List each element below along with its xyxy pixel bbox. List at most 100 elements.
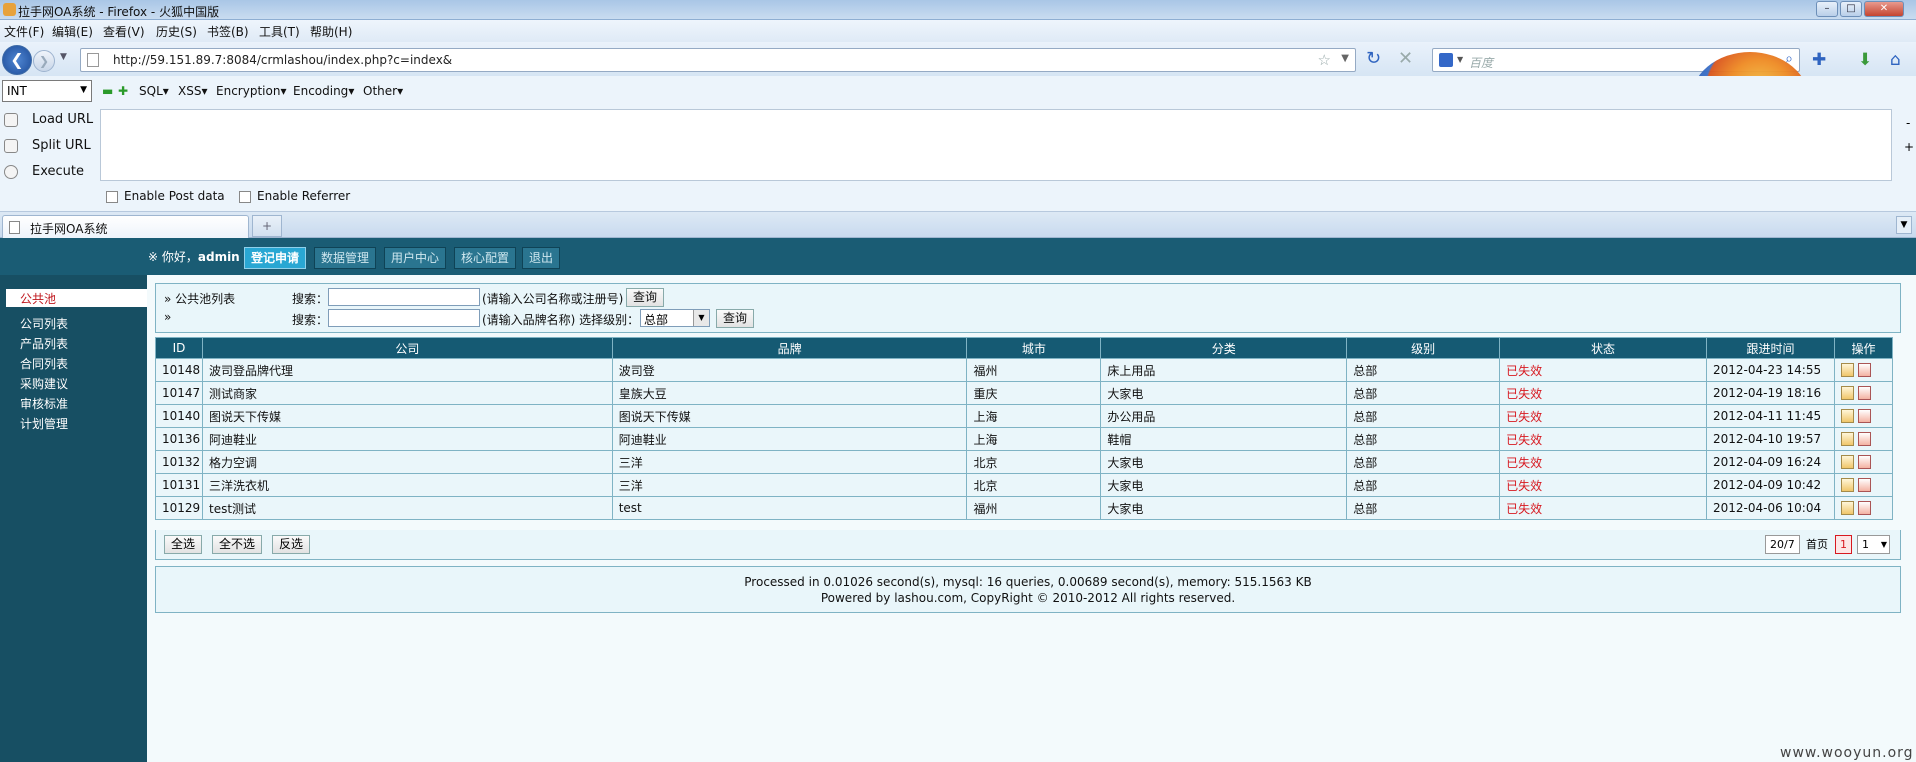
hackbar-menu-xss[interactable]: XSS▾ [178, 84, 208, 98]
cell-actions [1833, 427, 1894, 451]
sidebar-item-product-list[interactable]: 产品列表 [20, 335, 68, 352]
greeting: ※ 你好，admin [148, 248, 240, 265]
shrink-textarea-button[interactable]: - [1906, 116, 1910, 130]
chevron-down-icon: ▼ [1880, 540, 1887, 549]
level-select-value: 总部 [644, 313, 669, 327]
download-icon[interactable]: ⬇ [1858, 50, 1872, 70]
menu-history[interactable]: 历史(S) [156, 23, 197, 40]
hackbar-url-textarea[interactable] [100, 109, 1892, 181]
delete-icon[interactable] [1857, 455, 1871, 470]
cell-company: 格力空调 [201, 450, 613, 474]
delete-icon[interactable] [1857, 386, 1871, 401]
sidebar-item-company-list[interactable]: 公司列表 [20, 315, 68, 332]
type-select[interactable]: INT ▼ [2, 80, 92, 102]
new-tab-button[interactable]: + [252, 215, 282, 237]
invert-selection-button[interactable]: 反选 [272, 535, 311, 554]
browser-tab-label: 拉手网OA系统 [30, 222, 108, 236]
edit-icon[interactable] [1840, 409, 1854, 424]
sidebar-item-purchase-advice[interactable]: 采购建议 [20, 375, 68, 392]
back-button[interactable]: ❮ [2, 45, 32, 75]
main-content: » 公共池列表 » 搜索： (请输入公司名称或注册号) 查询 搜索： (请输入品… [147, 275, 1916, 762]
cell-category: 办公用品 [1100, 404, 1348, 428]
edit-icon[interactable] [1840, 432, 1854, 447]
enable-referrer-checkbox[interactable] [239, 190, 251, 203]
search-engine-dropdown-icon[interactable]: ▼ [1457, 55, 1463, 64]
hackbar-menu-encoding[interactable]: Encoding▾ [293, 84, 354, 98]
cell-follow-time: 2012-04-19 18:16 [1705, 381, 1835, 405]
add-bookmark-icon[interactable]: ✚ [1812, 50, 1826, 70]
menu-edit[interactable]: 编辑(E) [52, 23, 93, 40]
maximize-button[interactable]: □ [1840, 1, 1862, 17]
sidebar-item-contract-list[interactable]: 合同列表 [20, 355, 68, 372]
tab-core-config[interactable]: 核心配置 [454, 247, 517, 269]
cell-actions [1833, 358, 1894, 382]
plus-icon[interactable]: ✚ [118, 84, 128, 98]
enable-post-data-option[interactable]: Enable Post data [106, 189, 225, 203]
edit-icon[interactable] [1840, 501, 1854, 516]
minimize-button[interactable]: – [1816, 1, 1838, 17]
search-engine-icon[interactable] [1439, 53, 1453, 67]
history-dropdown-icon[interactable]: ▼ [60, 52, 67, 62]
delete-icon[interactable] [1857, 432, 1871, 447]
cell-status: 已失效 [1499, 496, 1707, 520]
edit-icon[interactable] [1840, 455, 1854, 470]
pager-current-page[interactable]: 1 [1835, 535, 1852, 554]
select-none-button[interactable]: 全不选 [212, 535, 263, 554]
browser-tab[interactable]: 拉手网OA系统 [2, 215, 249, 238]
delete-icon[interactable] [1857, 409, 1871, 424]
sidebar-item-label: 公共池 [20, 292, 57, 306]
execute-button[interactable]: Execute [4, 164, 84, 179]
hackbar-menu-encryption[interactable]: Encryption▾ [216, 84, 286, 98]
tab-data-manage[interactable]: 数据管理 [314, 247, 377, 269]
pager-page-select[interactable]: 1 ▼ [1857, 535, 1890, 554]
menu-tools[interactable]: 工具(T) [259, 23, 300, 40]
table-row: 10147 测试商家 皇族大豆 重庆 大家电 总部 已失效 2012-04-19… [155, 381, 1894, 405]
tab-register-apply[interactable]: 登记申请 [244, 247, 307, 269]
menu-help[interactable]: 帮助(H) [310, 23, 352, 40]
close-window-button[interactable]: ✕ [1864, 1, 1904, 17]
cell-brand: 三洋 [611, 473, 968, 497]
tab-logout[interactable]: 退出 [522, 247, 561, 269]
url-dropdown-icon[interactable]: ▼ [1341, 53, 1349, 64]
hackbar-menu-other-label: Other [363, 84, 398, 98]
edit-icon[interactable] [1840, 478, 1854, 493]
select-all-button[interactable]: 全选 [164, 535, 203, 554]
edit-icon[interactable] [1840, 386, 1854, 401]
hackbar-menu-other[interactable]: Other▾ [363, 84, 403, 98]
menu-bookmarks[interactable]: 书签(B) [207, 23, 249, 40]
bookmark-star-icon[interactable]: ☆ [1318, 51, 1331, 69]
tab-list-dropdown-icon[interactable]: ▼ [1896, 216, 1912, 234]
home-icon[interactable]: ⌂ [1890, 50, 1901, 70]
cell-status: 已失效 [1499, 358, 1707, 382]
tab-user-center[interactable]: 用户中心 [384, 247, 447, 269]
delete-icon[interactable] [1857, 363, 1871, 378]
hackbar-menu-sql[interactable]: SQL▾ [139, 84, 169, 98]
pager-first-link[interactable]: 首页 [1801, 535, 1833, 554]
brand-search-input[interactable] [328, 309, 480, 327]
menu-view[interactable]: 查看(V) [103, 23, 145, 40]
cell-company: 阿迪鞋业 [201, 427, 613, 451]
reload-icon[interactable]: ↻ [1366, 48, 1381, 69]
split-url-button[interactable]: Split URL [4, 138, 91, 153]
grow-textarea-button[interactable]: + [1904, 140, 1914, 154]
menu-file[interactable]: 文件(F) [4, 23, 44, 40]
load-url-button[interactable]: Load URL [4, 112, 93, 127]
footer-stats: Processed in 0.01026 second(s), mysql: 1… [744, 575, 1312, 589]
cell-company: test测试 [201, 496, 613, 520]
delete-icon[interactable] [1857, 478, 1871, 493]
company-search-input[interactable] [328, 288, 480, 306]
enable-referrer-option[interactable]: Enable Referrer [239, 189, 350, 203]
stop-icon[interactable]: ✕ [1398, 48, 1413, 69]
level-select[interactable]: 总部 ▼ [640, 309, 710, 327]
sidebar-item-public-pool[interactable]: 公共池 [6, 289, 147, 307]
edit-icon[interactable] [1840, 363, 1854, 378]
company-query-button[interactable]: 查询 [626, 288, 665, 307]
delete-icon[interactable] [1857, 501, 1871, 516]
enable-post-data-checkbox[interactable] [106, 190, 118, 203]
brand-query-button[interactable]: 查询 [716, 309, 755, 328]
minus-icon[interactable]: ▬ [102, 84, 113, 98]
sidebar-item-plan-manage[interactable]: 计划管理 [20, 415, 68, 432]
url-bar[interactable]: http://59.151.89.7:8084/crmlashou/index.… [80, 48, 1356, 72]
forward-button[interactable]: ❯ [33, 50, 55, 72]
sidebar-item-review-standard[interactable]: 审核标准 [20, 395, 68, 412]
